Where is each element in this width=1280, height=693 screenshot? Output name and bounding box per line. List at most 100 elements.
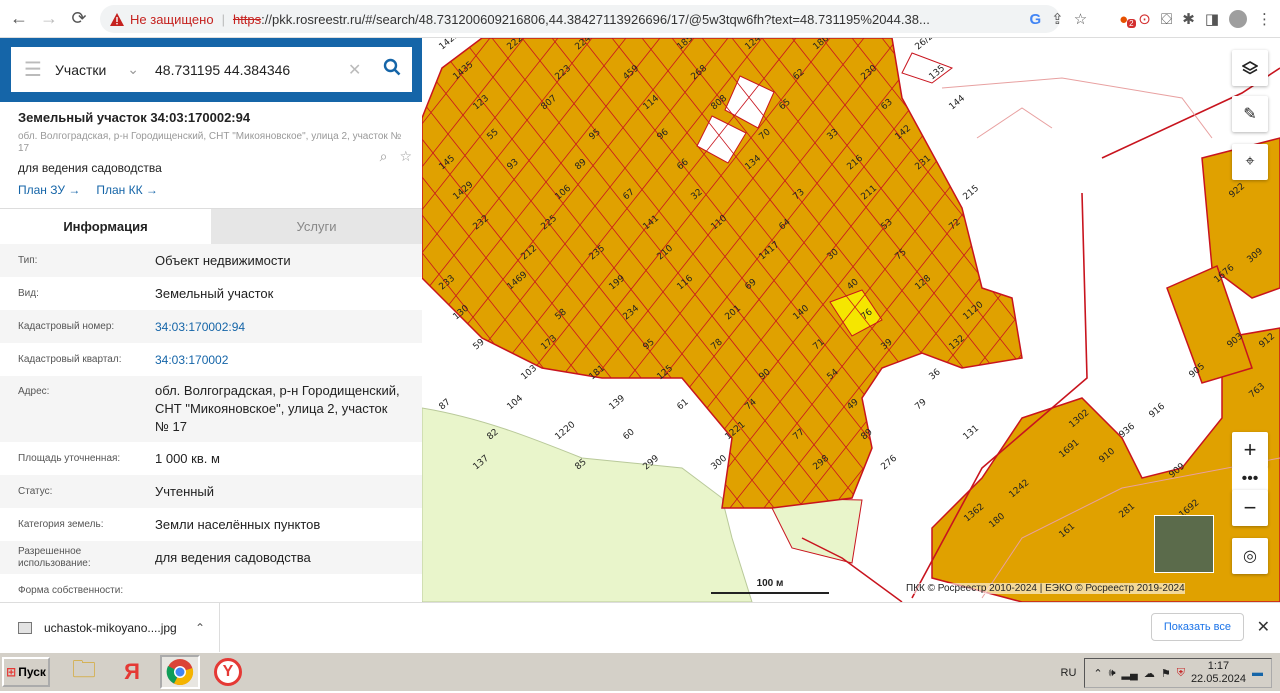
locate-button[interactable]: ⌖: [1232, 144, 1268, 180]
parcel-label[interactable]: 916: [1148, 401, 1168, 420]
measure-button[interactable]: ✎: [1232, 96, 1268, 132]
reload-icon: ⟳: [71, 8, 86, 29]
language-indicator[interactable]: RU: [1061, 667, 1077, 679]
volume-icon[interactable]: 🕪: [1109, 667, 1116, 680]
yandex-browser-button[interactable]: Y: [208, 655, 248, 689]
security-label: Не защищено: [130, 12, 214, 27]
hamburger-menu-icon[interactable]: ☰: [11, 57, 55, 82]
folder-icon: 🗀: [72, 652, 96, 693]
property-label: Категория земель:: [18, 519, 155, 531]
yandex-button[interactable]: Я: [112, 655, 152, 689]
forward-button[interactable]: →: [34, 4, 64, 34]
parcel-label[interactable]: 61: [676, 397, 691, 412]
security-warning[interactable]: Не защищено: [110, 12, 214, 27]
show-desktop-icon[interactable]: ▬: [1252, 667, 1263, 679]
flag-icon[interactable]: ⚑: [1161, 667, 1171, 680]
parcel-label[interactable]: 1422: [438, 38, 462, 52]
parcel-label[interactable]: 139: [608, 393, 628, 412]
clear-icon[interactable]: ✕: [348, 60, 372, 80]
info-panel: ☰ Участки ⌄ 48.731195 44.384346 ✕ Земель…: [0, 38, 422, 602]
extension-badge-icon[interactable]: ●2: [1119, 11, 1128, 28]
side-panel-icon[interactable]: ◨: [1205, 10, 1219, 28]
parcel-label[interactable]: 26/2: [914, 38, 936, 52]
parcel-label[interactable]: 144: [948, 93, 968, 112]
parcel-label[interactable]: 87: [438, 397, 453, 412]
parcel-label[interactable]: 131: [962, 424, 982, 443]
property-row: Адрес:обл. Волгоградская, р-н Городищенс…: [0, 376, 422, 442]
start-button[interactable]: ⊞ Пуск: [2, 657, 50, 687]
warning-icon: [110, 13, 124, 26]
parcel-label[interactable]: 215: [962, 184, 982, 203]
property-value: обл. Волгоградская, р-н Городищенский, С…: [155, 376, 404, 442]
object-summary: Земельный участок 34:03:170002:94 обл. В…: [18, 110, 408, 197]
cadastral-quarter-link[interactable]: 34:03:170002: [155, 345, 404, 375]
profile-ext-icon[interactable]: ⛋: [1161, 11, 1172, 28]
parcel-label[interactable]: 60: [622, 427, 637, 442]
category-label: Участки: [55, 62, 106, 78]
tray-expand-icon[interactable]: ⌃: [1093, 667, 1102, 680]
parcel-label[interactable]: 276: [880, 453, 900, 472]
bookmark-star-icon[interactable]: ☆: [1074, 10, 1087, 28]
minimap[interactable]: [1154, 515, 1214, 573]
property-value: для ведения садоводства: [155, 543, 404, 573]
tab-information[interactable]: Информация: [0, 209, 211, 244]
cadastral-number-link[interactable]: 34:03:170002:94: [155, 312, 404, 342]
scale-label: 100 м: [711, 578, 829, 589]
parcel-label[interactable]: 936: [1118, 421, 1138, 440]
dots-icon: •••: [1242, 470, 1259, 488]
property-row: Форма собственности:: [0, 574, 422, 602]
property-row: Статус:Учтенный: [0, 475, 422, 508]
clock[interactable]: 1:17 22.05.2024: [1191, 660, 1246, 686]
menu-kebab-icon[interactable]: ⋮: [1257, 10, 1272, 28]
file-explorer-button[interactable]: 🗀: [64, 655, 104, 689]
network-icon[interactable]: ▂▄: [1122, 667, 1138, 680]
crosshair-icon: ⌖: [1245, 153, 1254, 171]
zoom-more-button[interactable]: •••: [1232, 466, 1268, 492]
browser-toolbar: ← → ⟳ Не защищено | https ://pkk.rosrees…: [0, 0, 1280, 38]
profile-avatar-icon[interactable]: [1229, 10, 1247, 28]
favorite-star-icon[interactable]: ☆: [399, 148, 412, 165]
parcel-label[interactable]: 1220: [554, 420, 578, 443]
compass-button[interactable]: ◎: [1232, 538, 1268, 574]
reload-button[interactable]: ⟳: [64, 4, 94, 34]
plan-kk-link[interactable]: План КК →: [96, 183, 158, 197]
chrome-button[interactable]: [160, 655, 200, 689]
puzzle-extensions-icon[interactable]: ✱: [1182, 10, 1195, 28]
antivirus-icon[interactable]: ⛨: [1177, 667, 1185, 680]
search-input[interactable]: 48.731195 44.384346: [147, 62, 348, 78]
back-button[interactable]: ←: [4, 4, 34, 34]
windows-logo-icon: ⊞: [6, 665, 16, 679]
cloud-icon[interactable]: ☁: [1144, 667, 1155, 680]
tab-services[interactable]: Услуги: [211, 209, 422, 244]
property-label: Статус:: [18, 486, 155, 498]
zoom-in-button[interactable]: +: [1232, 432, 1268, 468]
object-address: обл. Волгоградская, р-н Городищенский, С…: [18, 131, 408, 155]
plan-zu-link[interactable]: План ЗУ →: [18, 183, 80, 197]
plan-links: План ЗУ → План КК →: [18, 183, 408, 197]
share-icon[interactable]: ⇪: [1051, 10, 1064, 28]
layers-button[interactable]: [1232, 50, 1268, 86]
parcel-label[interactable]: 104: [506, 393, 526, 412]
category-select[interactable]: Участки ⌄: [55, 61, 147, 78]
show-all-button[interactable]: Показать все: [1151, 613, 1244, 641]
system-tray: RU ⌃ 🕪 ▂▄ ☁ ⚑ ⛨ 1:17 22.05.2024 ▬: [1061, 656, 1280, 690]
map-view[interactable]: 142222222418512418026/214352234592686223…: [422, 38, 1280, 602]
map-canvas[interactable]: 142222222418512418026/214352234592686223…: [422, 38, 1280, 602]
search-icon[interactable]: [372, 58, 412, 81]
parcel-label[interactable]: 79: [914, 397, 929, 412]
map-attribution: ПКК © Росреестр 2010-2024 | ЕЭКО © Росре…: [906, 583, 1185, 594]
zoom-out-button[interactable]: −: [1232, 490, 1268, 526]
property-row: Разрешенное использование:для ведения са…: [0, 541, 422, 574]
address-bar[interactable]: Не защищено | https ://pkk.rosreestr.ru/…: [100, 5, 1060, 33]
parcel-label[interactable]: 36: [928, 367, 943, 382]
opera-icon[interactable]: ⊙: [1138, 10, 1151, 28]
chevron-up-icon[interactable]: ⌃: [195, 621, 205, 635]
parcel-label[interactable]: 300: [710, 453, 730, 472]
zoom-to-object-icon[interactable]: ⌕: [380, 148, 388, 165]
google-icon[interactable]: G: [1029, 11, 1041, 28]
download-item[interactable]: uchastok-mikoyano....jpg ⌃: [0, 603, 220, 653]
parcel-label[interactable]: 103: [520, 364, 540, 383]
property-row: Тип:Объект недвижимости: [0, 244, 422, 277]
close-icon[interactable]: ✕: [1257, 617, 1270, 637]
clock-time: 1:17: [1191, 660, 1246, 673]
